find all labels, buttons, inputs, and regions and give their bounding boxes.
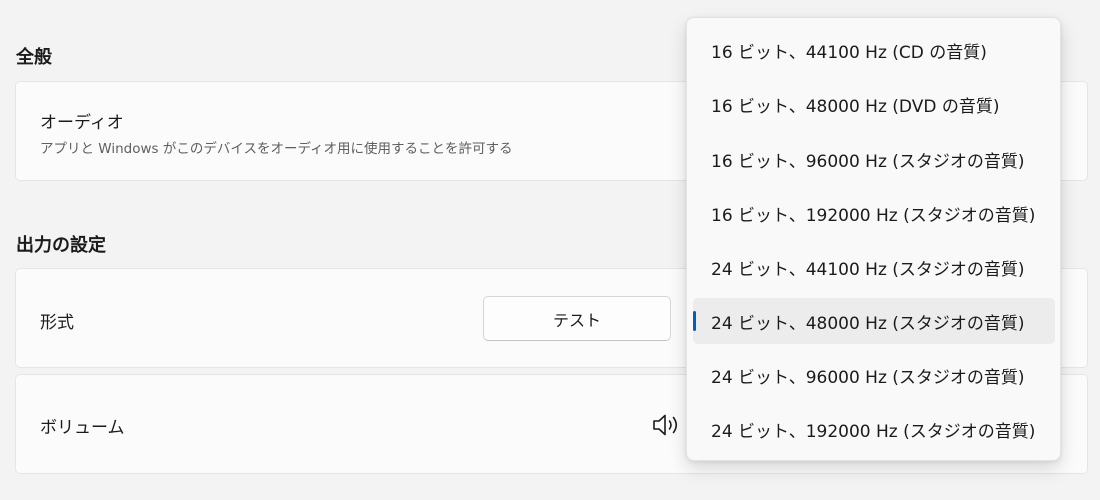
- section-title-output: 出力の設定: [16, 235, 106, 256]
- format-option-label: 16 ビット、96000 Hz (スタジオの音質): [711, 151, 1025, 172]
- format-option-label: 16 ビット、44100 Hz (CD の音質): [711, 42, 987, 63]
- audio-description: アプリと Windows がこのデバイスをオーディオ用に使用することを許可する: [40, 141, 513, 157]
- format-option-label: 24 ビット、44100 Hz (スタジオの音質): [711, 259, 1025, 280]
- format-option-label: 16 ビット、192000 Hz (スタジオの音質): [711, 205, 1036, 226]
- format-option[interactable]: 16 ビット、48000 Hz (DVD の音質): [693, 81, 1055, 127]
- format-option[interactable]: 16 ビット、192000 Hz (スタジオの音質): [693, 190, 1055, 236]
- speaker-icon[interactable]: [651, 411, 683, 439]
- format-option[interactable]: 24 ビット、44100 Hz (スタジオの音質): [693, 244, 1055, 290]
- audio-title: オーディオ: [40, 113, 124, 133]
- format-option-selected[interactable]: 24 ビット、48000 Hz (スタジオの音質): [693, 298, 1055, 344]
- format-option[interactable]: 24 ビット、192000 Hz (スタジオの音質): [693, 406, 1055, 452]
- format-option-label: 24 ビット、48000 Hz (スタジオの音質): [711, 313, 1025, 334]
- volume-label: ボリューム: [40, 418, 125, 438]
- section-title-general: 全般: [16, 47, 52, 68]
- format-option-label: 16 ビット、48000 Hz (DVD の音質): [711, 96, 1000, 117]
- format-option[interactable]: 16 ビット、44100 Hz (CD の音質): [693, 27, 1055, 73]
- test-button[interactable]: テスト: [483, 296, 671, 341]
- format-dropdown-flyout: 16 ビット、44100 Hz (CD の音質) 16 ビット、48000 Hz…: [686, 17, 1061, 461]
- format-label: 形式: [40, 313, 74, 333]
- format-option[interactable]: 24 ビット、96000 Hz (スタジオの音質): [693, 352, 1055, 398]
- format-option-label: 24 ビット、192000 Hz (スタジオの音質): [711, 421, 1036, 442]
- selection-indicator: [693, 311, 696, 331]
- format-option[interactable]: 16 ビット、96000 Hz (スタジオの音質): [693, 136, 1055, 182]
- format-option-label: 24 ビット、96000 Hz (スタジオの音質): [711, 367, 1025, 388]
